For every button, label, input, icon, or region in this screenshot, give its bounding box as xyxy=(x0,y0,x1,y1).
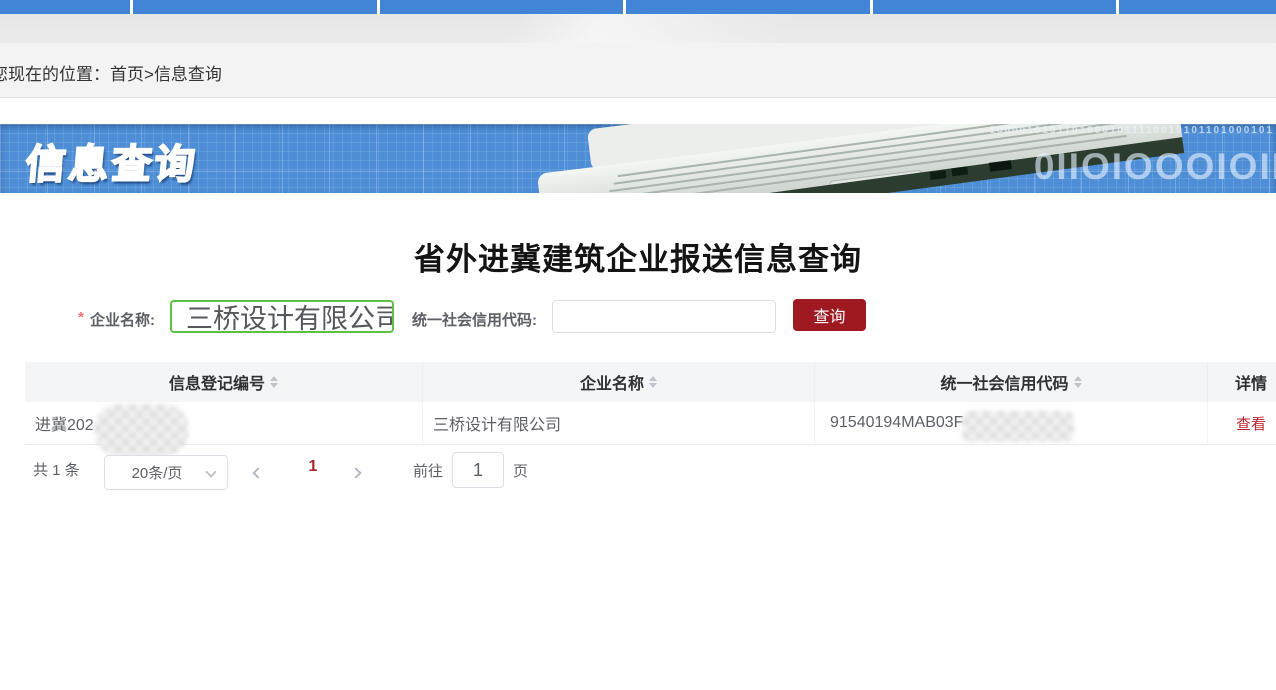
chevron-left-icon xyxy=(252,467,263,478)
goto-label: 前往 xyxy=(413,460,443,481)
breadcrumb-home-link[interactable]: 首页 xyxy=(110,65,144,84)
banner: 信息查询 10000101011010001011110010101101000… xyxy=(0,124,1276,193)
required-asterisk: * xyxy=(78,309,84,326)
page-number-1[interactable]: 1 xyxy=(300,458,326,476)
results-table: 信息登记编号 企业名称 统一社会信用代码 详情 进冀202 三桥设计有限公司 9… xyxy=(25,362,1276,445)
header-band xyxy=(0,14,1276,43)
sort-caret-icon[interactable] xyxy=(270,372,278,392)
nav-item-4[interactable] xyxy=(626,0,870,14)
nav-item-5[interactable] xyxy=(873,0,1116,14)
search-button[interactable]: 查询 xyxy=(793,299,866,331)
column-header-credit-code[interactable]: 统一社会信用代码 xyxy=(815,362,1208,402)
table-header-row: 信息登记编号 企业名称 统一社会信用代码 详情 xyxy=(25,362,1276,402)
pagination-total: 共 1 条 xyxy=(33,459,80,480)
chevron-right-icon xyxy=(350,467,361,478)
page-root: 您现在的位置：首页>信息查询 xyxy=(0,0,1276,690)
credit-code-input[interactable] xyxy=(552,300,776,333)
goto-page-input[interactable] xyxy=(452,452,504,488)
prev-page-button[interactable] xyxy=(254,464,274,484)
page-unit-label: 页 xyxy=(513,460,528,481)
breadcrumb-current: 信息查询 xyxy=(154,65,222,84)
banner-title: 信息查询 xyxy=(23,132,200,190)
column-header-company[interactable]: 企业名称 xyxy=(423,362,815,402)
redaction-blur-credit-code xyxy=(962,411,1074,442)
nav-item-1[interactable] xyxy=(0,0,130,14)
cell-company: 三桥设计有限公司 xyxy=(423,402,815,444)
sort-caret-icon[interactable] xyxy=(1074,372,1082,392)
breadcrumb: 您现在的位置：首页>信息查询 xyxy=(0,60,222,85)
credit-code-label: 统一社会信用代码: xyxy=(412,309,537,330)
breadcrumb-bar: 您现在的位置：首页>信息查询 xyxy=(0,43,1276,98)
chevron-down-icon xyxy=(205,466,216,477)
next-page-button[interactable] xyxy=(352,464,372,484)
cell-detail: 查看 xyxy=(1208,402,1276,444)
page-size-select[interactable]: 20条/页 xyxy=(104,455,228,490)
cell-reg-no: 进冀202 xyxy=(25,402,423,444)
redaction-blur-reg-no xyxy=(94,404,189,456)
nav-item-3[interactable] xyxy=(380,0,623,14)
page-title: 省外进冀建筑企业报送信息查询 xyxy=(0,234,1276,279)
table-row: 进冀202 三桥设计有限公司 91540194MAB03F 查看 xyxy=(25,402,1276,445)
view-detail-link[interactable]: 查看 xyxy=(1236,413,1266,434)
column-header-reg-no[interactable]: 信息登记编号 xyxy=(25,362,423,402)
column-header-detail: 详情 xyxy=(1208,362,1276,402)
breadcrumb-prefix: 您现在的位置： xyxy=(0,65,110,84)
top-nav-bar xyxy=(0,0,1276,14)
nav-item-6[interactable] xyxy=(1119,0,1276,14)
company-name-label: 企业名称: xyxy=(90,309,155,330)
page-size-value: 20条/页 xyxy=(132,462,183,483)
binary-decoration-large: 0IIOIOOOIOII xyxy=(1034,146,1276,188)
binary-decoration-small: 10000101011010001011110010101101000101 xyxy=(989,125,1274,136)
sort-caret-icon[interactable] xyxy=(649,372,657,392)
breadcrumb-separator: > xyxy=(144,65,154,84)
nav-item-2[interactable] xyxy=(133,0,377,14)
company-name-input[interactable] xyxy=(170,300,394,333)
